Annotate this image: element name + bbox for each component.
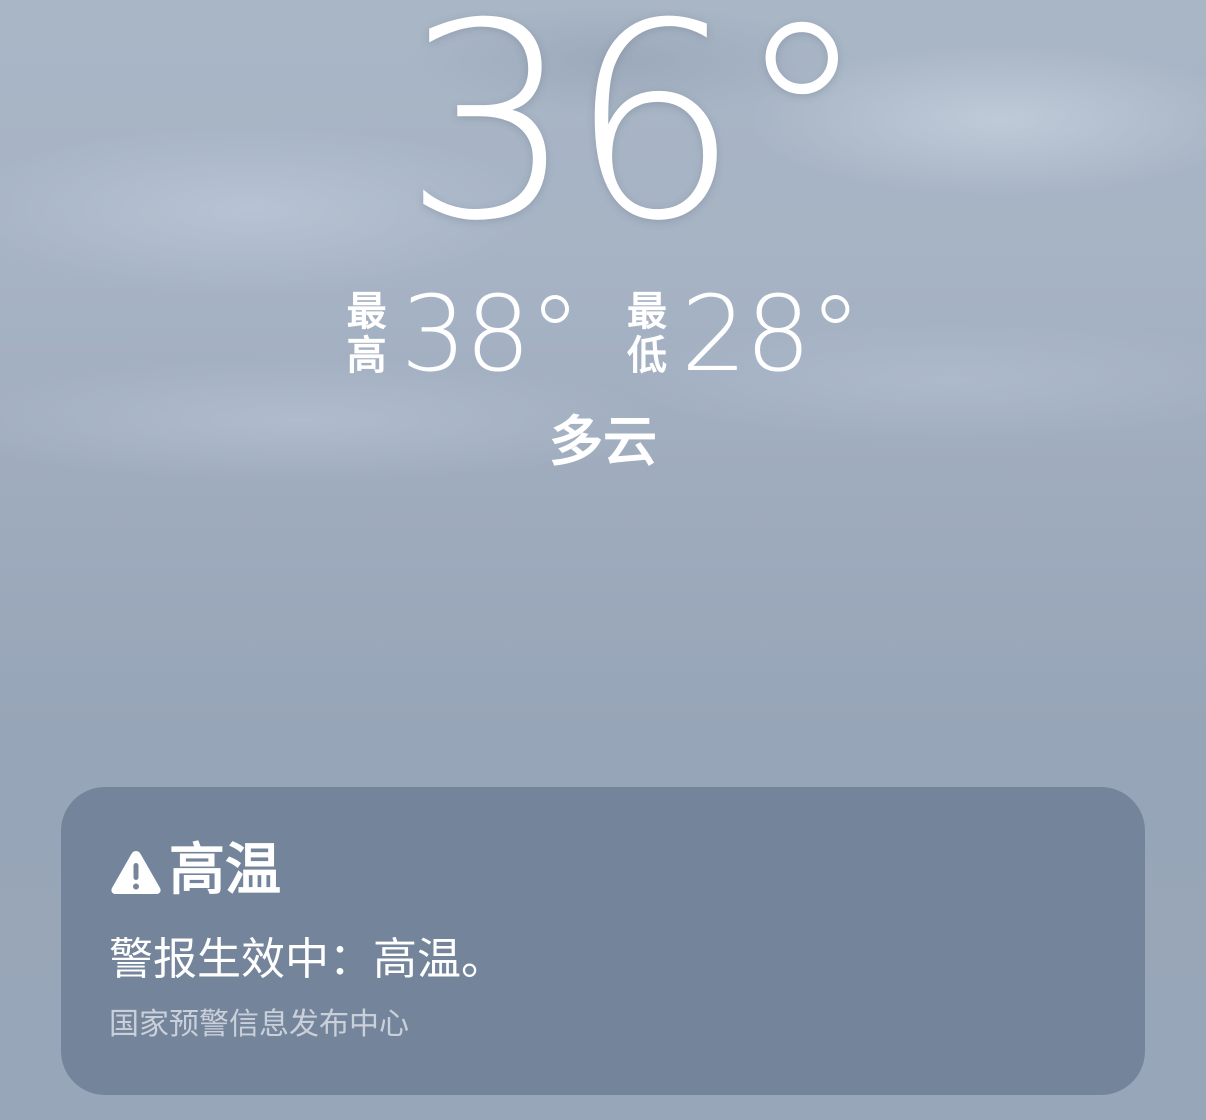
- alert-source: 国家预警信息发布中心: [109, 1007, 409, 1042]
- high-label: 最 高: [346, 289, 387, 379]
- alert-message: 警报生效中：高温。: [109, 934, 505, 985]
- high-temperature: 最 高 38°: [346, 273, 581, 395]
- low-value: 28°: [681, 273, 861, 395]
- warning-triangle-icon: [111, 851, 161, 894]
- low-temperature: 最 低 28°: [627, 273, 861, 395]
- weather-condition: 多云: [549, 410, 657, 473]
- low-label: 最 低: [627, 289, 667, 379]
- current-weather-header: 36° 最 高 38° 最 低 28° 多云: [0, 0, 1206, 520]
- alert-title: 高温: [169, 838, 281, 903]
- alert-header: 高温: [109, 839, 1097, 903]
- high-value: 38°: [400, 273, 581, 395]
- severe-weather-alert-card[interactable]: 高温 警报生效中：高温。 国家预警信息发布中心: [61, 787, 1145, 1095]
- high-low-temperatures: 最 高 38° 最 低 28°: [0, 282, 1206, 386]
- current-temperature: 36°: [402, 0, 870, 280]
